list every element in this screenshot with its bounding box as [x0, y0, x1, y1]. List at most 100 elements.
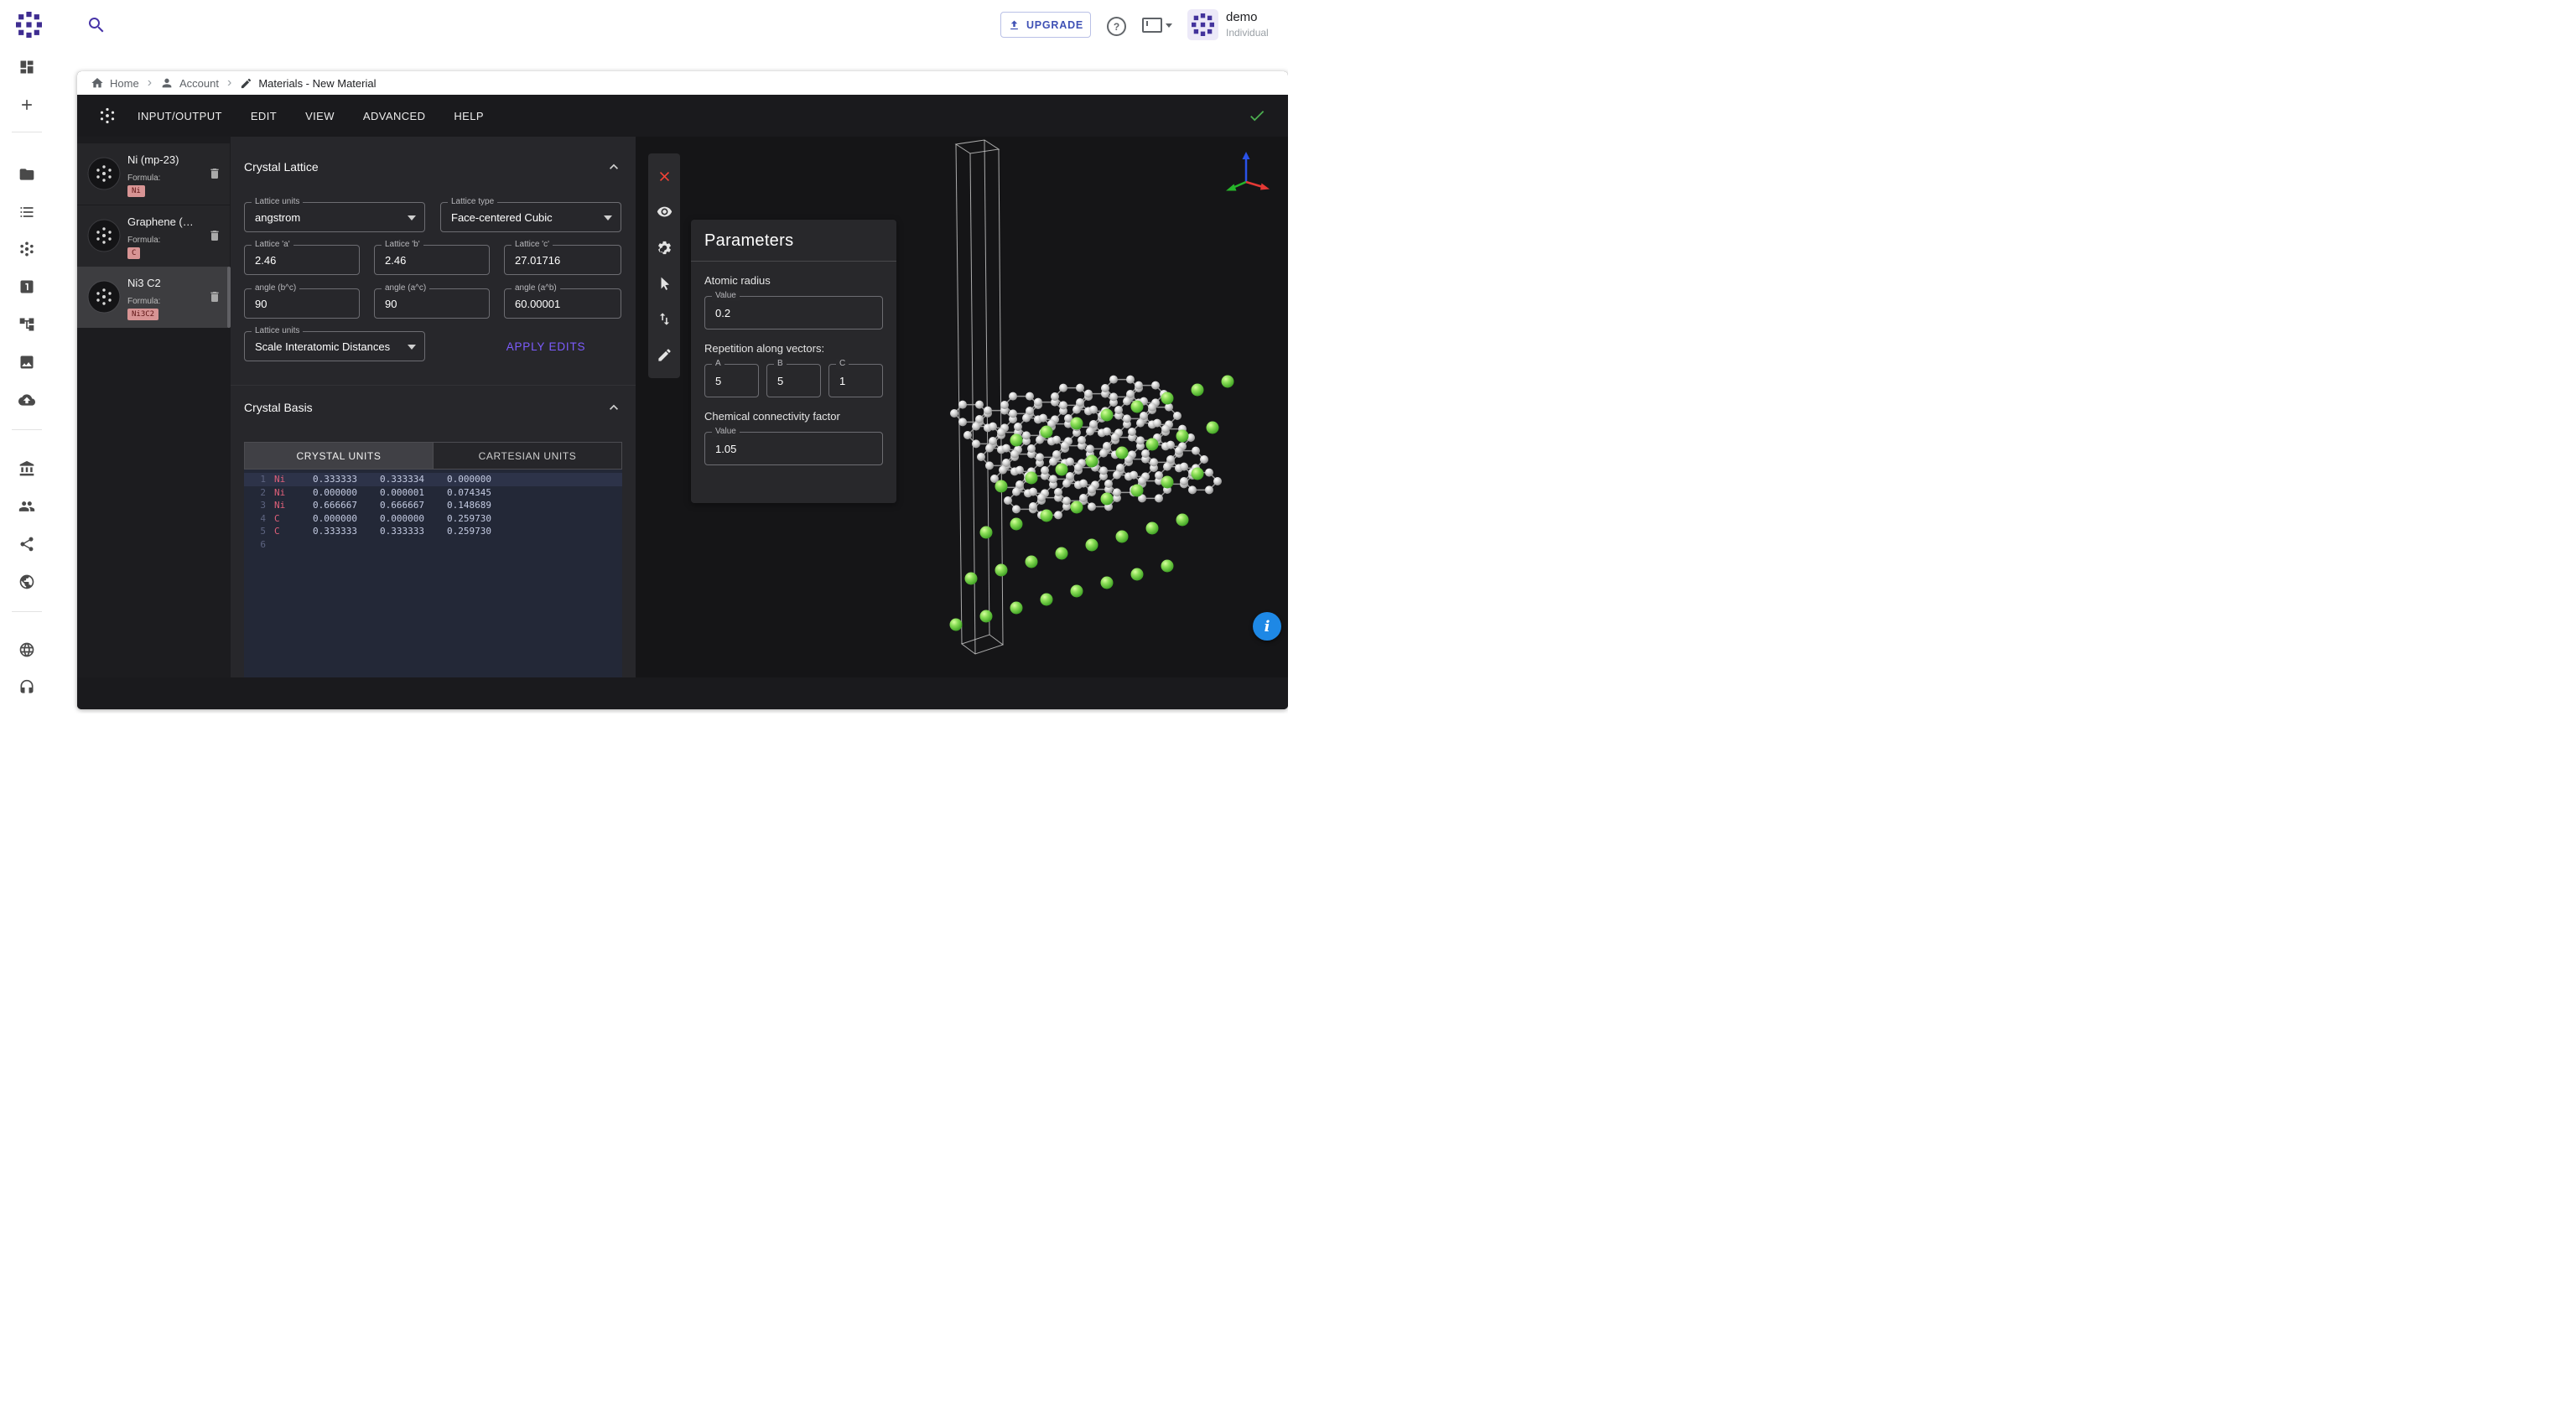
crystal-editor-panel: Crystal Lattice Lattice units angstrom L… [231, 137, 636, 677]
material-item-ni[interactable]: Ni (mp-23) Formula: Ni [77, 143, 230, 205]
field-value: 0.2 [715, 307, 730, 319]
coord-y: 0.666667 [380, 499, 447, 512]
breadcrumb: Home › Account › Materials - New Materia… [77, 71, 1288, 95]
apply-edits-button[interactable]: APPLY EDITS [479, 340, 613, 353]
confirm-check-icon[interactable] [1248, 106, 1266, 125]
scale-units-select[interactable]: Lattice units Scale Interatomic Distance… [244, 331, 425, 361]
menu-view[interactable]: VIEW [305, 110, 335, 122]
menu-edit[interactable]: EDIT [251, 110, 277, 122]
breadcrumb-current-label: Materials - New Material [258, 77, 376, 90]
info-button[interactable]: i [1253, 612, 1281, 641]
sidebar-item-web[interactable] [18, 641, 35, 658]
breadcrumb-account[interactable]: Account [160, 76, 219, 90]
field-label: A [712, 359, 724, 369]
lattice-a-input[interactable]: Lattice 'a' 2.46 [244, 245, 360, 275]
sidebar-item-images[interactable] [18, 354, 35, 371]
help-icon[interactable]: ? [1107, 17, 1126, 36]
menu-input-output[interactable]: INPUT/OUTPUT [138, 110, 222, 122]
breadcrumb-home-label: Home [110, 77, 139, 90]
lattice-b-input[interactable]: Lattice 'b' 2.46 [374, 245, 490, 275]
field-label: Lattice 'a' [252, 240, 293, 250]
field-label: C [836, 359, 849, 369]
sidebar-item-organization[interactable] [18, 460, 35, 477]
pencil-icon [240, 77, 252, 90]
sidebar-item-hierarchy[interactable] [18, 316, 35, 333]
field-value: angstrom [255, 211, 300, 224]
field-label: angle (b^c) [252, 283, 299, 293]
sidebar-item-create[interactable] [18, 96, 35, 113]
atomic-radius-input[interactable]: Value 0.2 [704, 296, 883, 330]
lattice-units-select[interactable]: Lattice units angstrom [244, 202, 425, 232]
repetition-c-input[interactable]: C 1 [828, 364, 883, 397]
angle-bc-input[interactable]: angle (b^c) 90 [244, 288, 360, 319]
coord-x: 0.000000 [313, 486, 380, 500]
coord-z: 0.000000 [447, 473, 514, 486]
lattice-type-select[interactable]: Lattice type Face-centered Cubic [440, 202, 621, 232]
settings-gear-icon[interactable] [657, 240, 673, 256]
upgrade-button[interactable]: UPGRADE [1000, 12, 1091, 38]
coord-z: 0.259730 [447, 525, 514, 538]
sidebar-item-jobs[interactable] [18, 204, 35, 221]
structure-viewer[interactable]: Parameters Atomic radius Value 0.2 Repet… [636, 137, 1288, 677]
menu-help[interactable]: HELP [454, 110, 484, 122]
editor-menu-bar: INPUT/OUTPUT EDIT VIEW ADVANCED HELP [77, 95, 1288, 137]
workspace-switcher[interactable] [1142, 18, 1172, 33]
field-value: 90 [255, 298, 267, 310]
collapse-chevron-up-icon[interactable] [605, 158, 622, 175]
angle-ac-input[interactable]: angle (a^c) 90 [374, 288, 490, 319]
left-sidebar [0, 50, 54, 714]
sidebar-item-workflows[interactable] [18, 278, 35, 295]
coord-z: 0.148689 [447, 499, 514, 512]
field-value: 60.00001 [515, 298, 560, 310]
edit-pencil-icon[interactable] [657, 347, 673, 363]
basis-code-editor[interactable]: 1 Ni 0.333333 0.333334 0.000000 2 Ni 0.0… [244, 470, 622, 677]
section-title: Crystal Basis [244, 401, 313, 414]
material-item-ni3c2-selected[interactable]: Ni3 C2 Formula: Ni3C2 [77, 267, 230, 328]
chemical-connectivity-input[interactable]: Value 1.05 [704, 432, 883, 465]
field-label: Value [712, 291, 740, 301]
sidebar-item-team[interactable] [18, 498, 35, 515]
tab-cartesian-units[interactable]: CARTESIAN UNITS [434, 443, 621, 469]
close-icon[interactable] [657, 169, 673, 184]
breadcrumb-home[interactable]: Home [91, 76, 139, 90]
element-symbol: C [274, 512, 313, 526]
collapse-chevron-up-icon[interactable] [605, 399, 622, 416]
menu-advanced[interactable]: ADVANCED [363, 110, 425, 122]
sidebar-item-uploads[interactable] [18, 392, 35, 408]
line-number: 3 [244, 499, 274, 512]
field-value: 90 [385, 298, 397, 310]
sidebar-item-projects[interactable] [18, 166, 35, 183]
lattice-c-input[interactable]: Lattice 'c' 27.01716 [504, 245, 621, 275]
delete-material-icon[interactable] [208, 167, 221, 180]
viewer-toolbar [648, 153, 680, 378]
material-name: Ni3 C2 [127, 277, 161, 289]
brand-logo[interactable] [16, 12, 42, 38]
user-info[interactable]: demo Individual [1226, 8, 1269, 40]
tab-crystal-units[interactable]: CRYSTAL UNITS [245, 443, 434, 469]
repetition-a-input[interactable]: A 5 [704, 364, 759, 397]
home-icon [91, 76, 104, 90]
molecule-icon [97, 106, 117, 126]
swap-vertical-icon[interactable] [657, 311, 673, 327]
sidebar-item-public[interactable] [18, 573, 35, 590]
search-icon[interactable] [86, 15, 106, 35]
visibility-eye-icon[interactable] [657, 204, 673, 220]
material-item-graphene[interactable]: Graphene (… Formula: C [77, 205, 230, 267]
chevron-right-icon: › [148, 76, 152, 90]
repetition-inputs: A 5 B 5 C 1 [704, 364, 883, 397]
sidebar-item-share[interactable] [18, 536, 35, 553]
user-avatar[interactable] [1187, 9, 1218, 40]
sidebar-item-dashboard[interactable] [18, 59, 35, 75]
material-thumbnail [87, 157, 121, 190]
sidebar-item-materials[interactable] [18, 241, 35, 257]
material-thumbnail [87, 280, 121, 314]
angle-ab-input[interactable]: angle (a^b) 60.00001 [504, 288, 621, 319]
top-bar: UPGRADE ? demo Individual [0, 0, 1288, 50]
select-cursor-icon[interactable] [657, 276, 673, 292]
delete-material-icon[interactable] [208, 290, 221, 304]
repetition-b-input[interactable]: B 5 [766, 364, 821, 397]
delete-material-icon[interactable] [208, 229, 221, 242]
field-label: Lattice 'b' [382, 240, 423, 250]
sidebar-item-support[interactable] [18, 679, 35, 696]
field-value: 2.46 [255, 254, 276, 267]
